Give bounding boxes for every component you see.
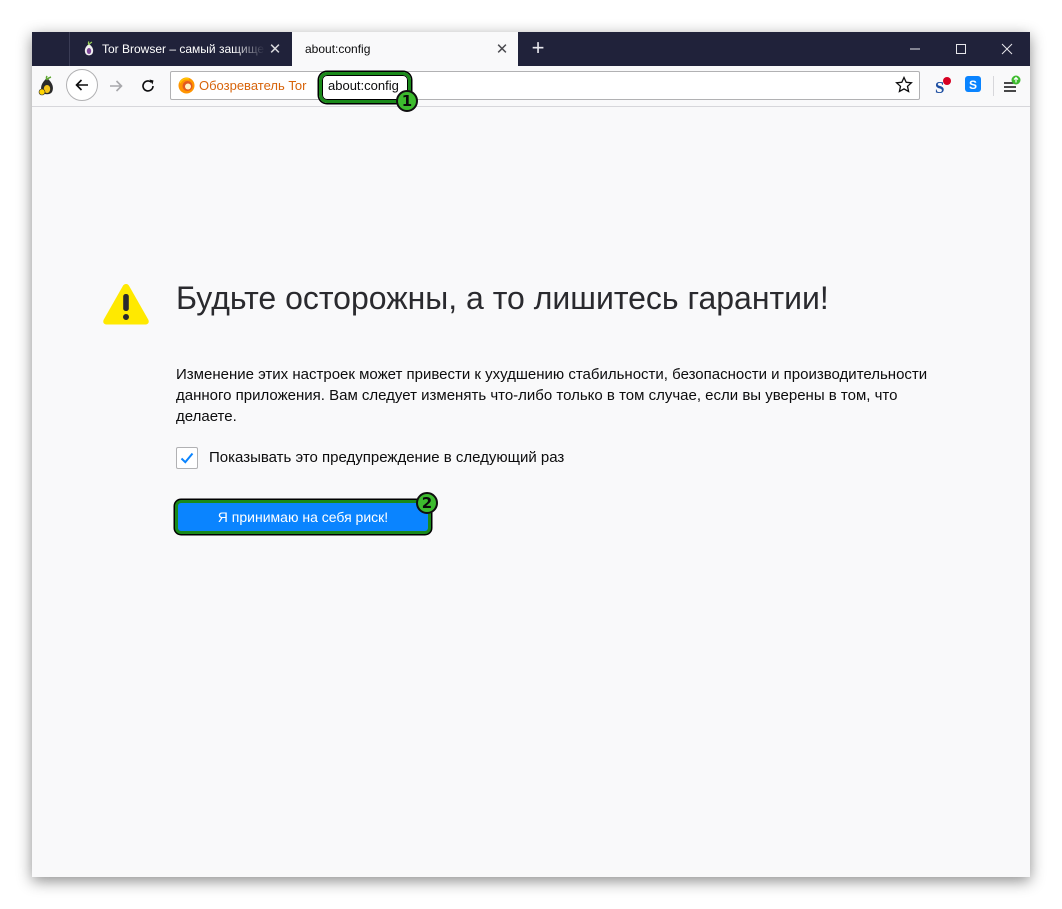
https-everywhere-button[interactable]: S (964, 75, 982, 93)
show-warning-checkbox[interactable] (176, 447, 198, 469)
tab-title: Tor Browser – самый защищенный (102, 42, 265, 56)
tab-strip: Tor Browser – самый защищенный ✕ about:c… (32, 32, 1030, 66)
firefox-logo-icon (178, 77, 195, 94)
minimize-button[interactable] (892, 32, 938, 66)
tab-title: about:config (305, 42, 371, 56)
forward-button[interactable] (104, 74, 128, 98)
tab-about-config[interactable]: about:config ✕ (292, 32, 518, 66)
show-warning-label[interactable]: Показывать это предупреждение в следующи… (209, 449, 564, 466)
tor-button[interactable] (36, 75, 58, 97)
noscript-icon: S (935, 77, 951, 97)
annotation-badge-2: 2 (416, 492, 438, 514)
url-bar[interactable]: Обозреватель Tor about:config (170, 71, 920, 100)
svg-text:S: S (969, 78, 977, 92)
hamburger-menu-icon (1004, 75, 1021, 92)
tor-onion-icon (38, 75, 53, 96)
reload-button[interactable] (136, 74, 160, 98)
tor-onion-icon (84, 41, 94, 56)
reload-icon (142, 79, 154, 92)
identity-label[interactable]: Обозреватель Tor (199, 72, 306, 99)
navigation-toolbar: Обозреватель Tor about:config S S (32, 66, 1030, 107)
warning-description: Изменение этих настроек может привести к… (176, 366, 928, 425)
close-icon (1001, 43, 1013, 55)
checkmark-icon (180, 452, 194, 464)
maximize-icon (956, 44, 966, 54)
page-title: Будьте осторожны, а то лишитесь гарантии… (176, 280, 829, 316)
back-arrow-icon (75, 79, 88, 91)
warning-icon (103, 284, 149, 325)
https-everywhere-icon: S (965, 76, 981, 92)
back-button[interactable] (66, 69, 98, 101)
tab-close-button[interactable]: ✕ (265, 39, 285, 59)
bookmark-star-icon[interactable] (895, 76, 913, 94)
noscript-extension-button[interactable]: S (932, 75, 954, 97)
maximize-button[interactable] (938, 32, 984, 66)
minimize-icon (910, 48, 920, 50)
accept-risk-button[interactable]: Я принимаю на себя риск! (175, 500, 431, 534)
tab-tor-browser[interactable]: Tor Browser – самый защищенный ✕ (69, 32, 291, 66)
browser-window: Tor Browser – самый защищенный ✕ about:c… (32, 32, 1030, 877)
app-menu-button[interactable] (1000, 75, 1022, 97)
close-window-button[interactable] (984, 32, 1030, 66)
new-tab-button[interactable]: + (526, 37, 550, 61)
toolbar-separator (993, 76, 994, 96)
forward-arrow-icon (110, 80, 123, 92)
annotation-badge-1: 1 (396, 90, 418, 112)
tab-close-button[interactable]: ✕ (492, 39, 512, 59)
